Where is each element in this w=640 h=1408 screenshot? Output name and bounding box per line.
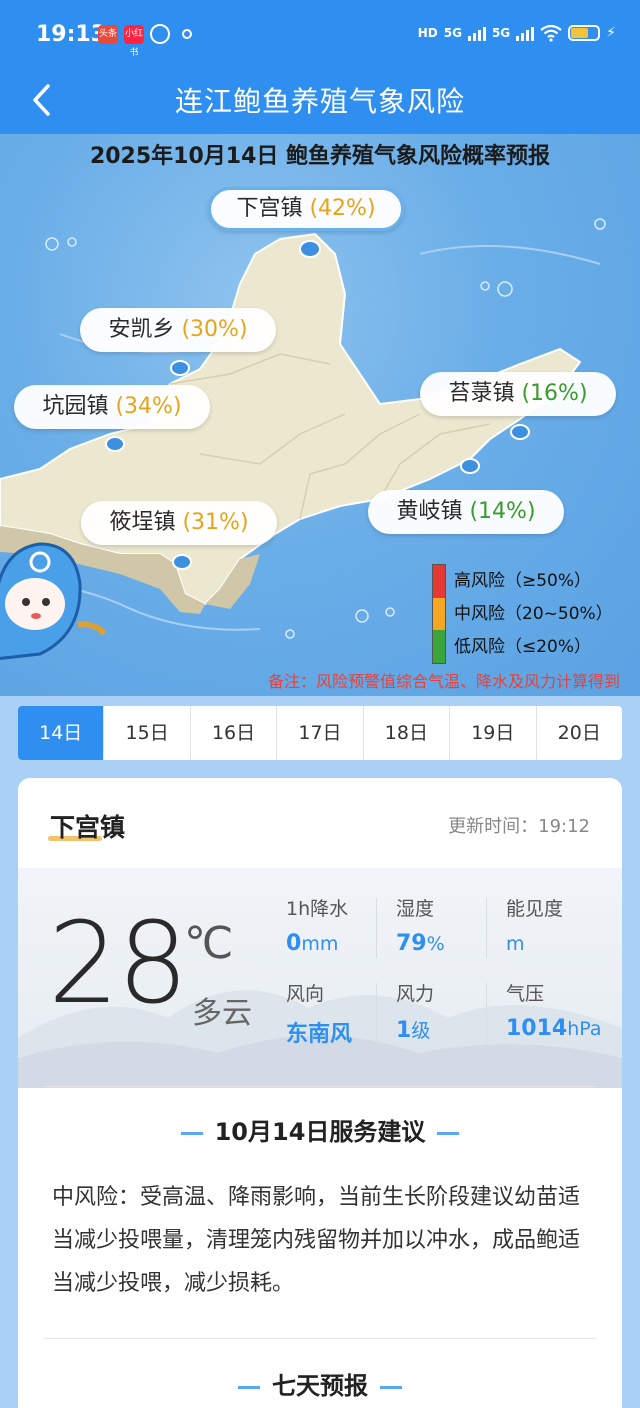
map-headline: 2025年10月14日 鲍鱼养殖气象风险概率预报	[89, 144, 551, 169]
temperature-unit: ℃	[184, 918, 234, 969]
date-tab-20[interactable]: 20日	[537, 706, 622, 760]
temperature-value: 28	[48, 899, 189, 1029]
map-note: 备注：风险预警值综合气温、降水及风力计算得到	[267, 672, 620, 691]
status-bar: 19:13 头条 小红书 HD 5G 5G ⚡	[0, 0, 640, 68]
town-name: 苔菉镇	[448, 381, 515, 406]
update-time: 更新时间：19:12	[448, 816, 590, 837]
legend-color-bar	[432, 564, 446, 664]
town-pill-huangqi[interactable]: 黄岐镇 (14%)	[368, 490, 564, 534]
forecast-title: 七天预报	[18, 1366, 622, 1401]
date-tab-14[interactable]: 14日	[18, 706, 105, 760]
stat-label: 1h降水	[286, 898, 349, 920]
stat-value: 79%	[396, 931, 445, 956]
page-title: 连江鲍鱼养殖气象风险	[174, 85, 465, 118]
stat-wind-force: 风力 1级	[396, 979, 434, 1043]
legend-mid: 中风险（20~50%）	[454, 604, 613, 624]
signal-icon	[467, 25, 486, 41]
hd-label: HD	[417, 26, 438, 40]
stat-rain: 1h降水 0mm	[286, 894, 348, 956]
date-tab-15[interactable]: 15日	[104, 706, 191, 760]
stat-value: m	[506, 933, 525, 955]
town-risk-pct: (30%)	[181, 317, 248, 342]
section-divider	[44, 1338, 596, 1339]
town-name: 筱埕镇	[109, 510, 176, 535]
stat-label: 湿度	[396, 898, 435, 920]
charging-icon: ⚡	[606, 25, 616, 41]
xiaohongshu-app-icon: 小红书	[124, 25, 144, 58]
town-pill-ankai[interactable]: 安凯乡 (30%)	[80, 308, 276, 352]
weather-panel: 28 ℃ 多云 1h降水 0mm 湿度 79% 能见度 m 风向 东南风 风力 …	[18, 868, 622, 1088]
town-pill-kengyuan[interactable]: 坑园镇 (34%)	[14, 385, 210, 429]
dot-icon	[182, 29, 192, 39]
stat-value: 1014hPa	[506, 1016, 602, 1041]
risk-map: 2025年10月14日 鲍鱼养殖气象风险概率预报 下宫镇 (42%) 安凯乡 (…	[0, 134, 640, 696]
stat-wind-direction: 风向 东南风	[286, 979, 352, 1048]
network-type-1: 5G	[443, 26, 462, 40]
wifi-icon	[540, 24, 562, 42]
stat-value: 东南风	[286, 1022, 353, 1047]
location-title: 下宫镇	[50, 813, 126, 842]
legend-low: 低风险（≤20%）	[454, 637, 592, 657]
town-risk-pct: (31%)	[182, 510, 249, 535]
legend-high: 高风险（≥50%）	[454, 571, 592, 591]
stat-label: 风力	[396, 983, 435, 1005]
date-tab-17[interactable]: 17日	[277, 706, 364, 760]
town-name: 坑园镇	[42, 394, 109, 419]
town-risk-pct: (34%)	[115, 394, 182, 419]
date-tab-19[interactable]: 19日	[450, 706, 537, 760]
town-pill-xiaocheng[interactable]: 筱埕镇 (31%)	[81, 501, 277, 545]
stat-value: 0mm	[286, 931, 339, 956]
network-type-2: 5G	[491, 26, 511, 40]
stat-value: 1级	[396, 1018, 431, 1043]
battery-icon	[568, 25, 601, 41]
town-name: 黄岐镇	[396, 499, 463, 524]
stat-label: 气压	[506, 983, 545, 1005]
weather-condition: 多云	[192, 996, 252, 1031]
town-risk-pct: (14%)	[469, 499, 536, 524]
date-tabs: 14日 15日 16日 17日 18日 19日 20日	[18, 706, 622, 760]
town-risk-pct: (16%)	[521, 381, 588, 406]
section-divider	[44, 1086, 596, 1087]
date-tab-16[interactable]: 16日	[191, 706, 278, 760]
town-pill-xiagong[interactable]: 下宫镇 (42%)	[208, 187, 404, 231]
town-name: 下宫镇	[236, 196, 303, 221]
divider	[376, 898, 377, 958]
town-name: 安凯乡	[108, 317, 175, 342]
divider	[376, 983, 377, 1043]
weather-card: 下宫镇 更新时间：19:12 28 ℃ 多云 1h降水 0mm 湿度 79% 能…	[18, 778, 622, 1408]
app-icon	[150, 24, 170, 44]
status-right-group: HD 5G 5G ⚡	[418, 24, 616, 42]
stat-humidity: 湿度 79%	[396, 894, 445, 956]
divider	[486, 898, 487, 958]
toutiao-app-icon: 头条	[98, 25, 118, 44]
stat-label: 风向	[286, 983, 325, 1005]
nav-bar: 连江鲍鱼养殖气象风险	[0, 68, 640, 134]
date-tab-18[interactable]: 18日	[364, 706, 451, 760]
stat-pressure: 气压 1014hPa	[506, 979, 602, 1041]
divider	[486, 983, 487, 1043]
status-time: 19:13	[36, 22, 107, 47]
town-pill-tailu[interactable]: 苔菉镇 (16%)	[420, 372, 616, 416]
stat-visibility: 能见度 m	[506, 894, 563, 956]
signal-icon-2	[516, 25, 535, 41]
town-risk-pct: (42%)	[309, 196, 376, 221]
stat-label: 能见度	[506, 898, 564, 920]
advice-title: 10月14日服务建议	[18, 1112, 622, 1147]
advice-text: 中风险：受高温、降雨影响，当前生长阶段建议幼苗适当减少投喂量，清理笼内残留物并加…	[52, 1185, 581, 1296]
